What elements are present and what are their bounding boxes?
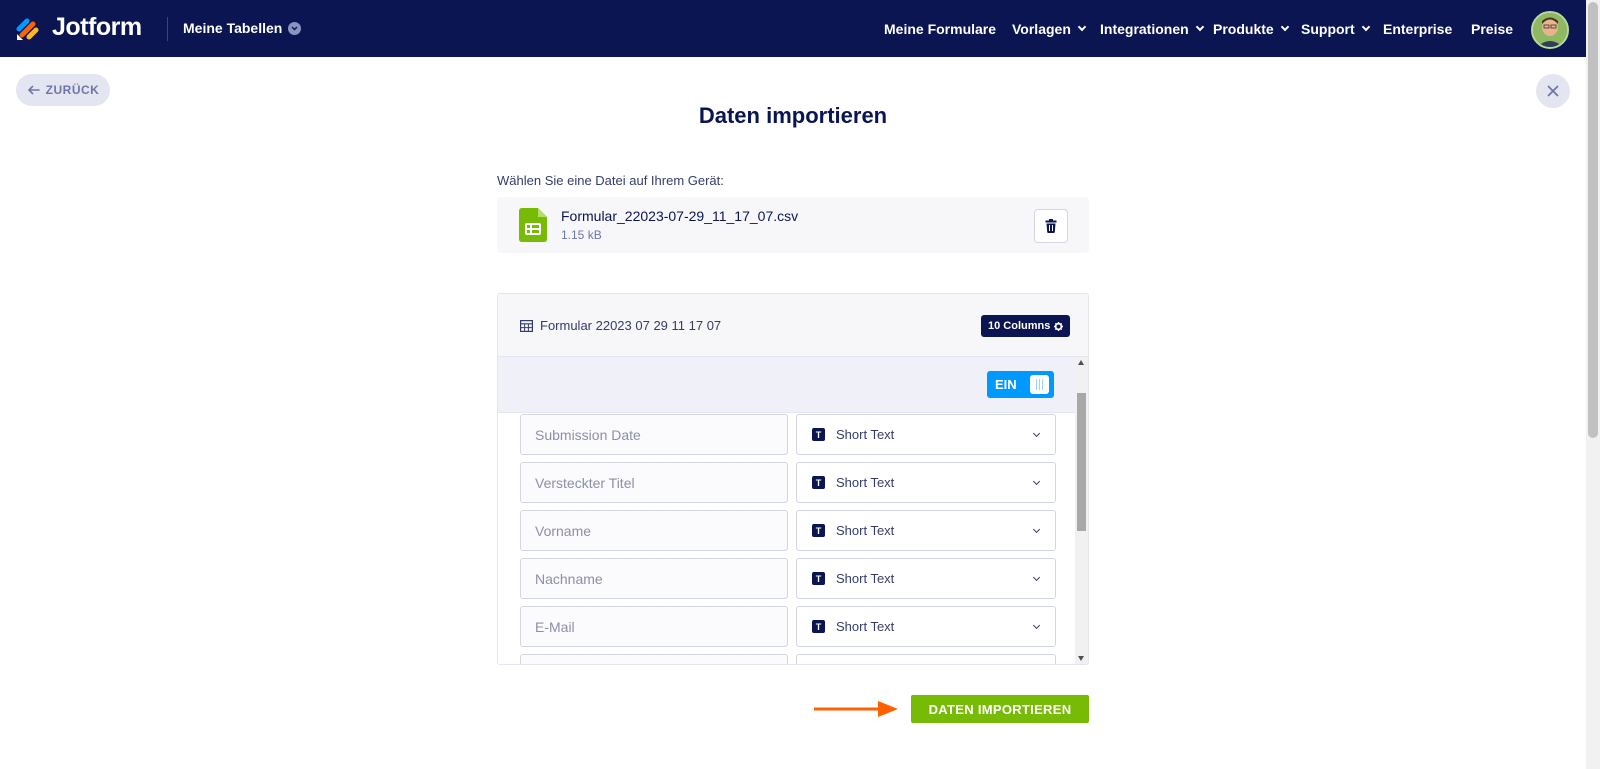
selected-file-card: Formular_22023-07-29_11_17_07.csv 1.15 k… [497,197,1089,253]
header-toggle-row: EIN [498,357,1075,413]
table-icon [520,319,533,332]
table-row: E-Mail T Short Text [520,606,1056,647]
toggle-knob [1030,375,1049,394]
columns-count-label: 10 Columns [988,320,1051,332]
arrow-right-annotation-icon [814,701,898,717]
text-type-icon: T [812,572,825,585]
nav-link-vorlagen[interactable]: Vorlagen [1012,20,1087,37]
column-type-select[interactable]: T Short Text [796,462,1056,503]
nav-link-label: Preise [1471,20,1514,37]
chevron-down-icon [1032,525,1041,534]
nav-link-label: Support [1301,20,1355,37]
table-row: Nachname T Short Text [520,558,1056,599]
column-type-label: Short Text [836,571,895,586]
first-row-header-toggle[interactable]: EIN [987,371,1054,398]
text-type-icon: T [812,428,825,441]
mapping-scrollbar-thumb[interactable] [1077,393,1086,531]
table-row: Versteckter Titel T Short Text [520,462,1056,503]
delete-file-button[interactable] [1034,209,1068,243]
chevron-down-icon [1361,22,1370,32]
nav-divider [167,17,168,41]
file-name: Formular_22023-07-29_11_17_07.csv [561,208,799,224]
column-type-select[interactable]: T Short Text [796,606,1056,647]
nav-link-produkte[interactable]: Produkte [1213,20,1289,37]
page-scrollbar[interactable] [1586,0,1600,769]
chevron-down-icon [1032,477,1041,486]
spreadsheet-file-icon [519,208,547,242]
chevron-down-icon [1032,621,1041,630]
nav-link-label: Produkte [1213,20,1274,37]
nav-link-label: Vorlagen [1012,20,1071,37]
text-type-icon: T [812,620,825,633]
column-type-select[interactable]: T Short Text [796,510,1056,551]
workspace-selector[interactable]: Meine Tabellen [183,20,302,36]
gear-icon [1054,321,1064,331]
column-mapping-card: Formular 22023 07 29 11 17 07 10 Columns… [497,293,1089,665]
column-type-label: Short Text [836,619,895,634]
close-icon [1547,85,1559,97]
column-type-select[interactable] [796,654,1056,664]
brand-name: Jotform [52,13,142,41]
chevron-down-icon [1195,22,1204,32]
top-navbar: Jotform Meine Tabellen Meine Formulare V… [0,0,1586,57]
text-type-icon: T [812,524,825,537]
nav-link-label: Meine Formulare [884,20,997,37]
column-type-select[interactable]: T Short Text [796,558,1056,599]
column-name-input[interactable]: E-Mail [520,606,788,647]
nav-link-meine-formulare[interactable]: Meine Formulare [884,21,996,37]
column-name-input[interactable]: Vorname [520,510,788,551]
chevron-down-icon [1280,22,1289,32]
chevron-down-icon [1077,22,1087,32]
table-row: Submission Date T Short Text [520,414,1056,455]
table-row-partial [520,654,1056,664]
column-type-label: Short Text [836,523,895,538]
table-header: Formular 22023 07 29 11 17 07 10 Columns [498,294,1088,357]
page-scrollbar-thumb[interactable] [1588,2,1598,438]
column-name-input[interactable]: Nachname [520,558,788,599]
nav-link-integrationen[interactable]: Integrationen [1100,20,1204,37]
import-data-button[interactable]: DATEN IMPORTIEREN [911,695,1089,723]
avatar[interactable] [1531,11,1569,49]
jotform-logo[interactable]: Jotform [16,13,142,42]
table-title: Formular 22023 07 29 11 17 07 [520,318,721,333]
column-name-input[interactable] [520,654,788,664]
nav-link-label: Integrationen [1100,20,1189,37]
nav-link-label: Enterprise [1383,20,1453,37]
table-title-label: Formular 22023 07 29 11 17 07 [540,318,722,333]
back-button[interactable]: ZURÜCK [16,74,110,106]
nav-link-support[interactable]: Support [1301,20,1370,37]
mapping-scrollbar[interactable] [1075,357,1088,664]
nav-link-enterprise[interactable]: Enterprise [1383,21,1452,37]
text-type-icon: T [812,476,825,489]
column-name-input[interactable]: Submission Date [520,414,788,455]
trash-icon [1045,219,1057,233]
user-avatar-icon [1533,13,1567,47]
back-button-label: ZURÜCK [45,83,100,97]
nav-link-preise[interactable]: Preise [1471,21,1513,37]
file-size: 1.15 kB [561,228,602,242]
chevron-down-icon [1032,573,1041,582]
chevron-down-icon [1032,429,1041,438]
scroll-down-arrow-icon[interactable] [1078,656,1084,661]
column-type-label: Short Text [836,427,895,442]
jotform-logo-icon [16,18,39,40]
arrow-left-icon [27,85,40,95]
table-row: Vorname T Short Text [520,510,1056,551]
workspace-label: Meine Tabellen [183,20,283,36]
chevron-down-icon [288,21,302,35]
column-type-label: Short Text [836,475,895,490]
scroll-up-arrow-icon[interactable] [1078,360,1084,365]
columns-settings-button[interactable]: 10 Columns [981,315,1071,337]
column-name-input[interactable]: Versteckter Titel [520,462,788,503]
file-choose-label: Wählen Sie eine Datei auf Ihrem Gerät: [497,173,724,188]
column-type-select[interactable]: T Short Text [796,414,1056,455]
toggle-label: EIN [995,377,1017,392]
page-title: Daten importieren [698,103,888,128]
